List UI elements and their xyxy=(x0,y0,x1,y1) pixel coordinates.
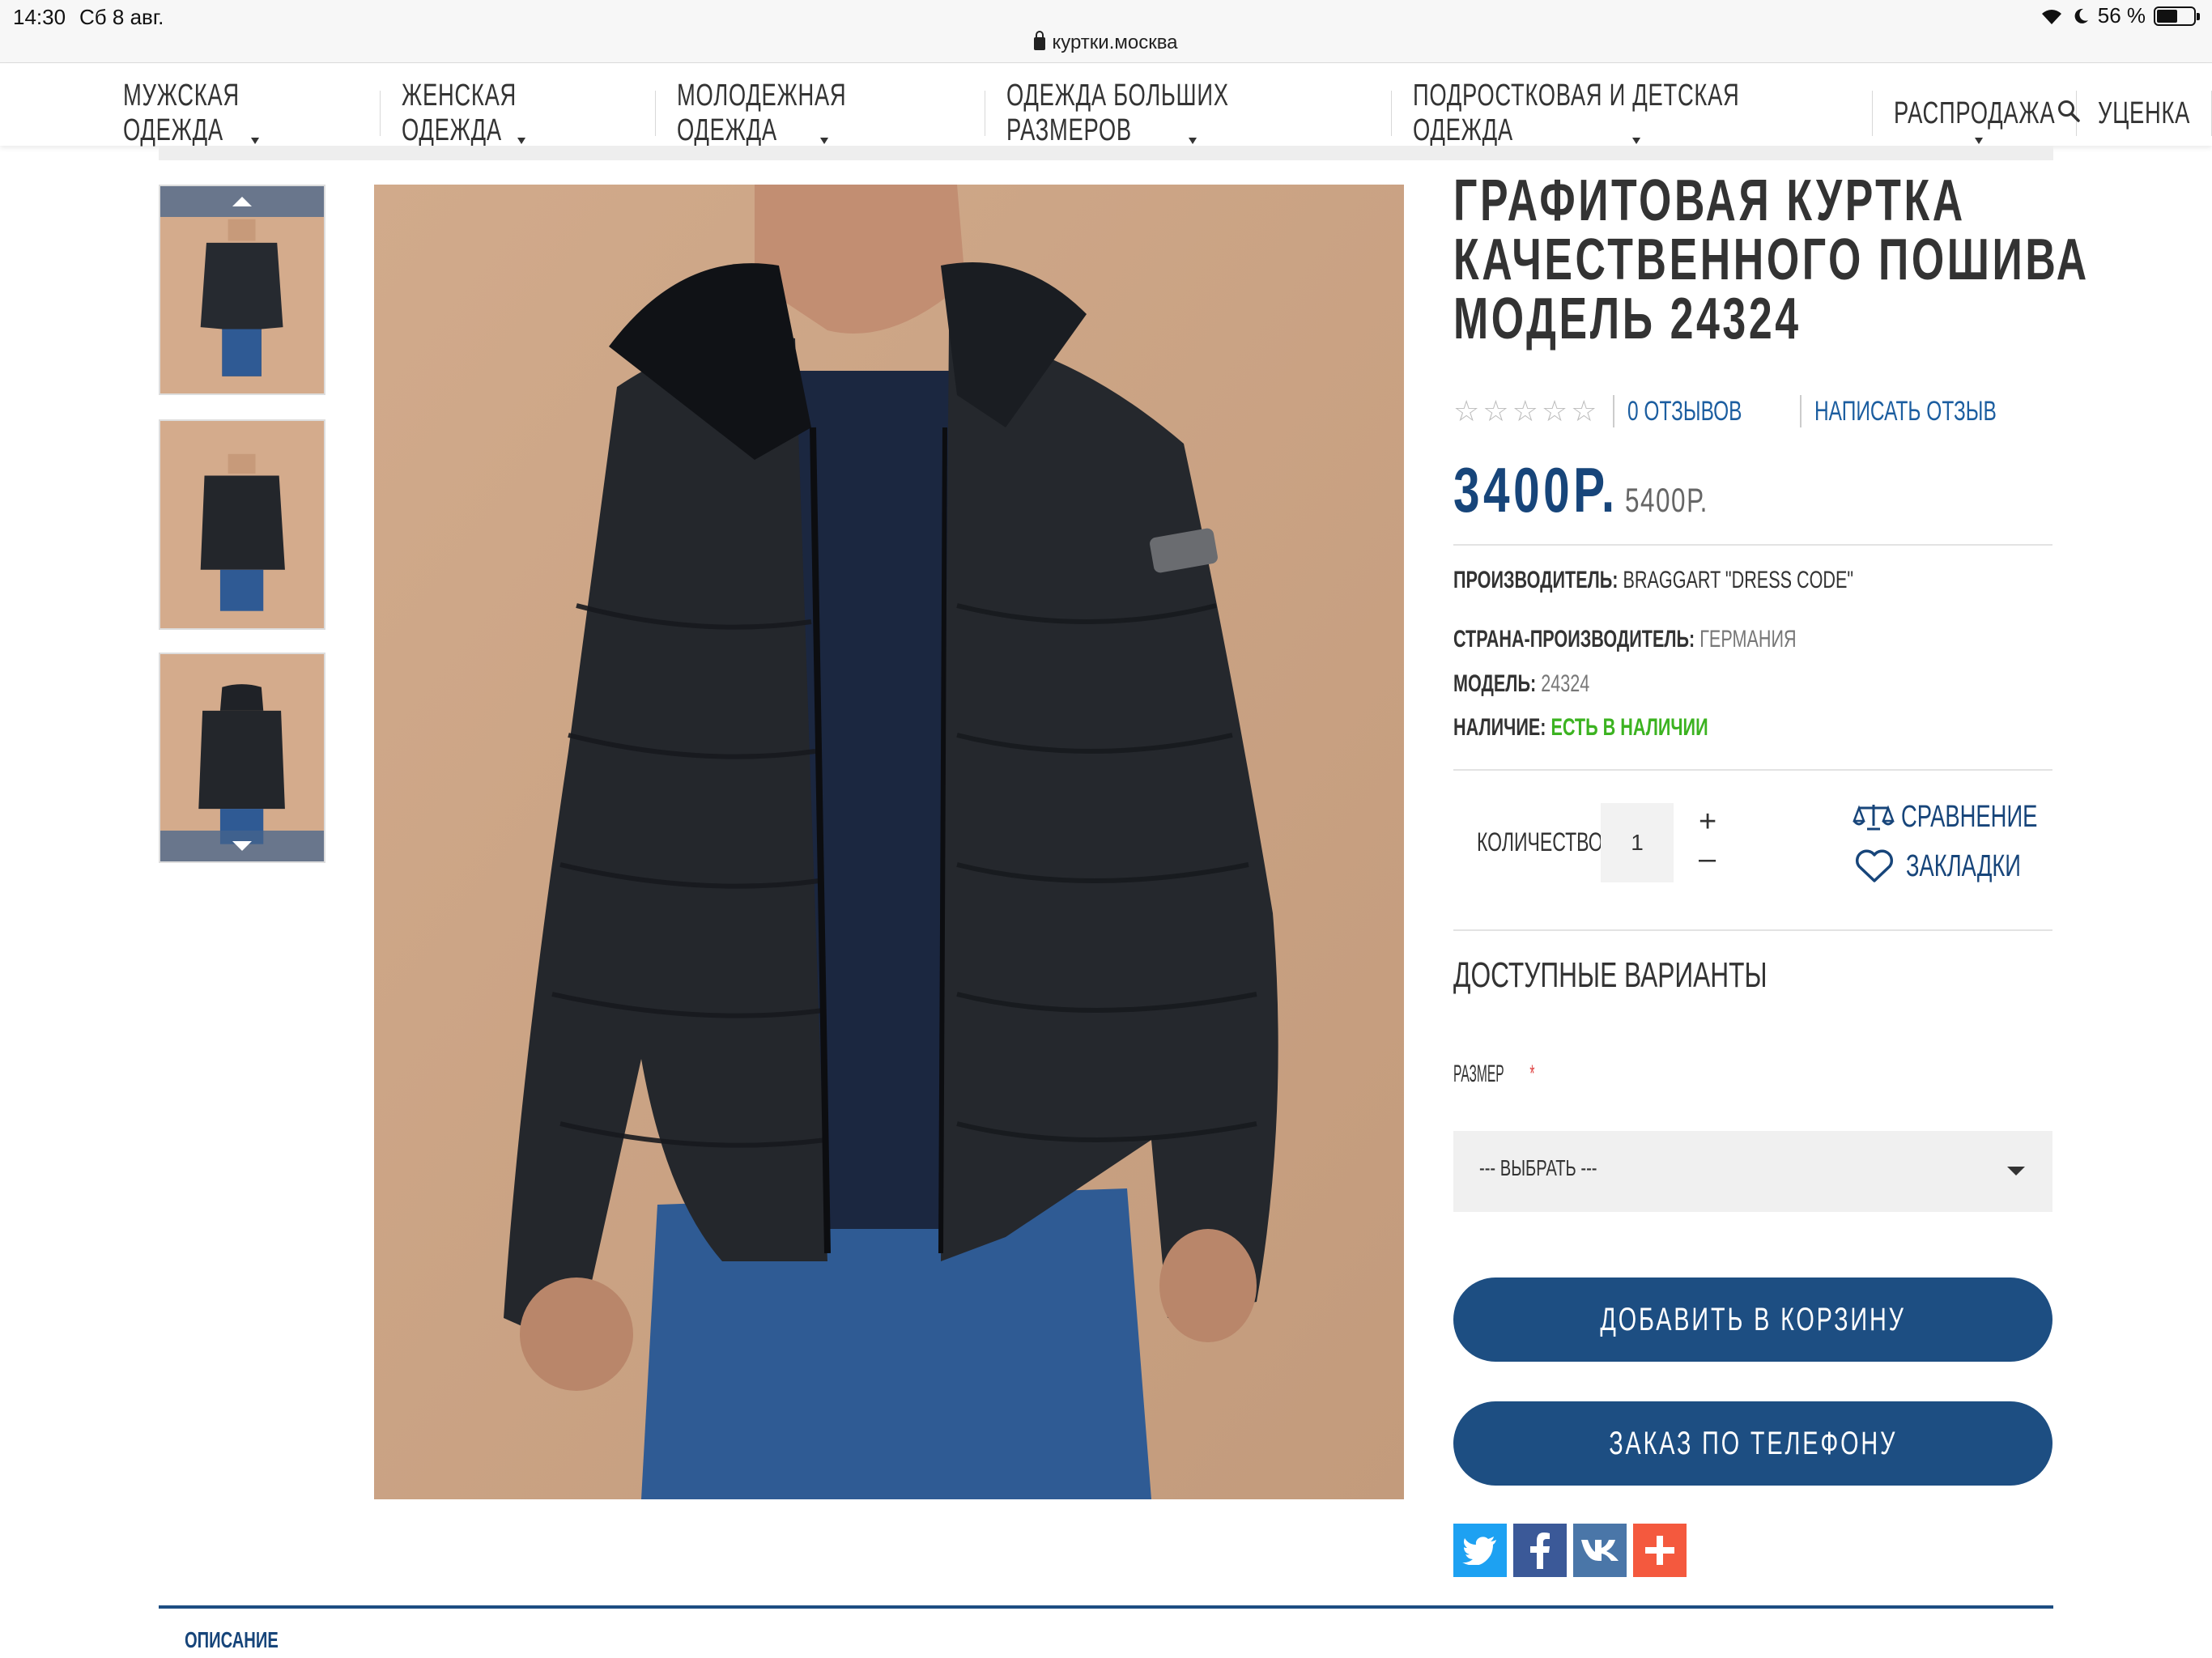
spec-availability: НАЛИЧИЕ: ЕСТЬ В НАЛИЧИИ xyxy=(1453,714,1708,741)
jacket-photo xyxy=(374,185,1404,1499)
write-review-link[interactable]: НАПИСАТЬ ОТЗЫВ xyxy=(1799,395,2067,427)
caret-down-icon xyxy=(1974,138,1983,144)
chevron-down-icon xyxy=(232,841,252,851)
vk-icon[interactable] xyxy=(1573,1524,1627,1577)
main-navigation: МУЖСКАЯ ОДЕЖДА ЖЕНСКАЯ ОДЕЖДА МОЛОДЕЖНАЯ О… xyxy=(0,63,2212,147)
star-icon: ☆ xyxy=(1453,394,1480,427)
facebook-icon[interactable] xyxy=(1513,1524,1567,1577)
star-icon: ☆ xyxy=(1512,394,1538,427)
phone-order-button[interactable]: ЗАКАЗ ПО ТЕЛЕФОНУ xyxy=(1453,1401,2052,1486)
chevron-down-icon xyxy=(2007,1167,2025,1175)
caret-down-icon xyxy=(1631,138,1640,144)
nav-item[interactable]: МОЛОДЕЖНАЯ ОДЕЖДА xyxy=(656,79,985,147)
breadcrumb-strip xyxy=(159,146,2053,160)
size-label: РАЗМЕР * xyxy=(1453,1061,1535,1087)
rating-row: ☆ ☆ ☆ ☆ ☆ 0 ОТЗЫВОВ НАПИСАТЬ ОТЗЫВ xyxy=(1453,395,2067,427)
nav-item-label: ПОДРОСТКОВАЯ И ДЕТСКАЯ ОДЕЖДА xyxy=(1413,79,1740,147)
price-block: 3400Р. 5400Р. xyxy=(1453,453,1736,527)
size-select-value: --- ВЫБРАТЬ --- xyxy=(1479,1155,1597,1180)
size-select[interactable]: --- ВЫБРАТЬ --- xyxy=(1453,1131,2052,1212)
star-icon: ☆ xyxy=(1482,394,1509,427)
status-indicators: 56 % xyxy=(2040,3,2200,28)
address-url[interactable]: куртки.москва xyxy=(1052,32,1177,53)
thumbnail-back[interactable] xyxy=(159,653,325,863)
caret-down-icon xyxy=(1188,138,1197,144)
nav-menu: МУЖСКАЯ ОДЕЖДА ЖЕНСКАЯ ОДЕЖДА МОЛОДЕЖНАЯ О… xyxy=(123,79,2212,147)
moon-icon xyxy=(2074,8,2088,23)
quantity-decrease-button[interactable]: – xyxy=(1699,842,1716,877)
nav-item[interactable]: ПОДРОСТКОВАЯ И ДЕТСКАЯ ОДЕЖДА xyxy=(1392,79,1874,147)
spec-manufacturer: ПРОИЗВОДИТЕЛЬ: BRAGGART "DRESS CODE" xyxy=(1453,567,1854,593)
spec-model: МОДЕЛЬ: 24324 xyxy=(1453,670,1590,697)
lock-icon xyxy=(1034,31,1046,50)
divider xyxy=(1453,544,2052,546)
wifi-icon xyxy=(2041,9,2061,24)
product-main-image[interactable] xyxy=(374,185,1404,1499)
add-to-cart-button[interactable]: ДОБАВИТЬ В КОРЗИНУ xyxy=(1453,1278,2052,1362)
nav-item-label: РАСПРОДАЖА xyxy=(1894,96,2056,130)
divider xyxy=(1453,929,2052,931)
battery-percent: 56 % xyxy=(2097,3,2146,28)
nav-item[interactable]: УЦЕНКА xyxy=(2077,91,2212,136)
thumbnail-front[interactable] xyxy=(159,185,325,395)
old-price: 5400Р. xyxy=(1624,481,1708,519)
nav-item[interactable]: МУЖСКАЯ ОДЕЖДА xyxy=(123,79,381,147)
jacket-thumbnail-image xyxy=(201,219,283,377)
status-time: 14:30 xyxy=(13,5,66,29)
chevron-up-icon xyxy=(232,197,252,206)
divider xyxy=(1453,769,2052,771)
product-title: ГРАФИТОВАЯ КУРТКА КАЧЕСТВЕННОГО ПОШИВА М… xyxy=(1453,168,2090,351)
compare-label: СРАВНЕНИЕ xyxy=(1901,800,2038,834)
reviews-count-link[interactable]: 0 ОТЗЫВОВ xyxy=(1613,395,1787,427)
nav-item-label: МУЖСКАЯ ОДЕЖДА xyxy=(123,79,240,147)
bookmarks-label: ЗАКЛАДКИ xyxy=(1906,848,2021,883)
caret-down-icon xyxy=(251,138,260,144)
spec-country: СТРАНА-ПРОИЗВОДИТЕЛЬ: ГЕРМАНИЯ xyxy=(1453,626,1797,653)
nav-item[interactable]: РАСПРОДАЖА xyxy=(1873,91,2078,144)
twitter-icon[interactable] xyxy=(1453,1524,1507,1577)
product-title-line: ГРАФИТОВАЯ КУРТКА xyxy=(1453,168,1966,233)
thumbnail-front-closed[interactable] xyxy=(159,419,325,630)
battery-icon xyxy=(2154,6,2200,26)
quantity-increase-button[interactable]: + xyxy=(1699,805,1716,840)
product-title-line: МОДЕЛЬ 24324 xyxy=(1453,287,1802,351)
nav-item-label: ЖЕНСКАЯ ОДЕЖДА xyxy=(401,79,517,147)
nav-item-label: УЦЕНКА xyxy=(2098,96,2191,130)
compare-link[interactable]: СРАВНЕНИЕ xyxy=(1853,800,2091,835)
quantity-input[interactable] xyxy=(1601,803,1674,882)
manufacturer-link[interactable]: BRAGGART "DRESS CODE" xyxy=(1623,567,1853,593)
nav-item-label: МОЛОДЕЖНАЯ ОДЕЖДА xyxy=(676,79,847,147)
nav-item[interactable]: ОДЕЖДА БОЛЬШИХ РАЗМЕРОВ xyxy=(985,79,1393,147)
thumbnail-scroll-down-button[interactable] xyxy=(160,831,324,861)
jacket-thumbnail-image xyxy=(201,454,286,612)
address-bar[interactable]: куртки.москва xyxy=(0,29,2212,63)
required-marker: * xyxy=(1529,1061,1535,1087)
status-date: Сб 8 авг. xyxy=(79,5,164,29)
nav-item[interactable]: ЖЕНСКАЯ ОДЕЖДА xyxy=(381,79,656,147)
heart-icon xyxy=(1855,849,1894,882)
caret-down-icon xyxy=(819,138,828,144)
star-icon: ☆ xyxy=(1541,394,1568,427)
bookmarks-link[interactable]: ЗАКЛАДКИ xyxy=(1854,848,2065,884)
nav-item-label: ОДЕЖДА БОЛЬШИХ РАЗМЕРОВ xyxy=(1006,79,1229,147)
variants-heading: ДОСТУПНЫЕ ВАРИАНТЫ xyxy=(1453,955,1767,995)
star-icon: ☆ xyxy=(1571,394,1597,427)
caret-down-icon xyxy=(517,138,526,144)
tab-description[interactable]: ОПИСАНИЕ xyxy=(185,1627,315,1653)
product-title-line: КАЧЕСТВЕННОГО ПОШИВА xyxy=(1453,227,2090,292)
thumbnail-scroll-up-button[interactable] xyxy=(160,186,324,217)
search-icon[interactable] xyxy=(2057,99,2081,123)
tabs-divider xyxy=(159,1605,2053,1609)
scales-icon xyxy=(1853,804,1895,830)
share-plus-icon[interactable] xyxy=(1633,1524,1687,1577)
